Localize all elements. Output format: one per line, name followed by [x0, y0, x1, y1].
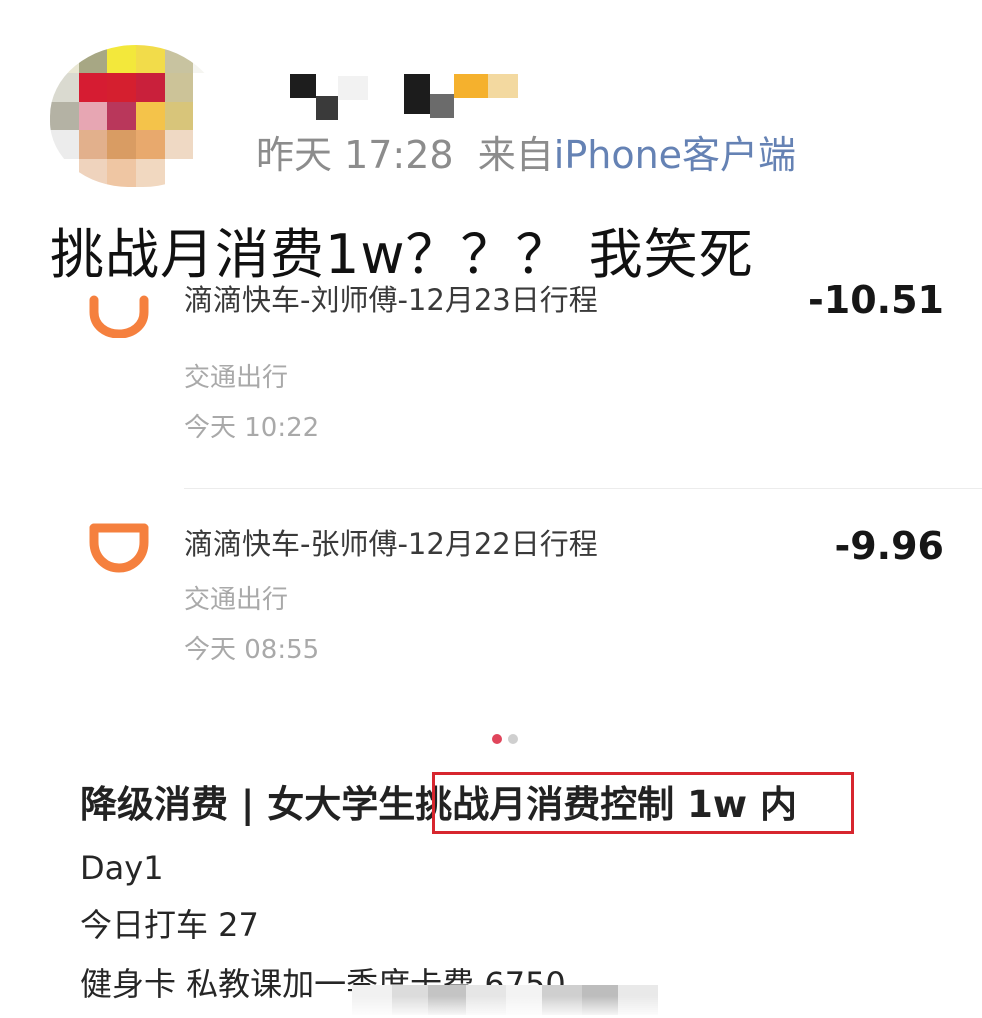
- transaction-list: 滴滴快车-刘师傅-12月23日行程 交通出行 今天 10:22 -10.51 滴…: [0, 278, 982, 736]
- bottom-fade: [0, 996, 982, 1018]
- transaction-title: 滴滴快车-张师傅-12月22日行程: [184, 527, 598, 561]
- pager-dot[interactable]: [508, 734, 518, 744]
- transaction-time: 今天 10:22: [184, 413, 320, 443]
- post-source-prefix: 来自: [477, 133, 554, 177]
- transaction-amount: -10.51: [808, 278, 944, 322]
- post-meta: 昨天 17:28 来自iPhone客户端: [256, 130, 796, 180]
- transaction-amount: -9.96: [834, 524, 944, 568]
- article-line-taxi: 今日打车 27: [80, 906, 259, 944]
- didi-icon: [89, 295, 149, 338]
- transaction-item[interactable]: 滴滴快车-刘师傅-12月23日行程 交通出行 今天 10:22 -10.51: [0, 278, 982, 466]
- username-censored[interactable]: [262, 68, 518, 120]
- article-title-prefix: 降级消费 | 女大学生: [80, 783, 416, 826]
- transaction-time: 今天 08:55: [184, 635, 320, 665]
- pager-dot-active[interactable]: [492, 734, 502, 744]
- divider: [184, 488, 982, 489]
- avatar[interactable]: [50, 45, 222, 187]
- transaction-category: 交通出行: [184, 585, 289, 615]
- transaction-category: 交通出行: [184, 363, 289, 393]
- transaction-title: 滴滴快车-刘师傅-12月23日行程: [184, 283, 598, 317]
- post-timestamp: 昨天 17:28: [256, 133, 454, 177]
- didi-icon: [89, 523, 149, 573]
- highlight-box: [432, 772, 854, 834]
- carousel-pager[interactable]: [492, 734, 518, 744]
- article-line-day: Day1: [80, 849, 164, 887]
- transaction-item[interactable]: 滴滴快车-张师傅-12月22日行程 交通出行 今天 08:55 -9.96: [0, 518, 982, 688]
- post-source-link[interactable]: iPhone客户端: [554, 133, 796, 177]
